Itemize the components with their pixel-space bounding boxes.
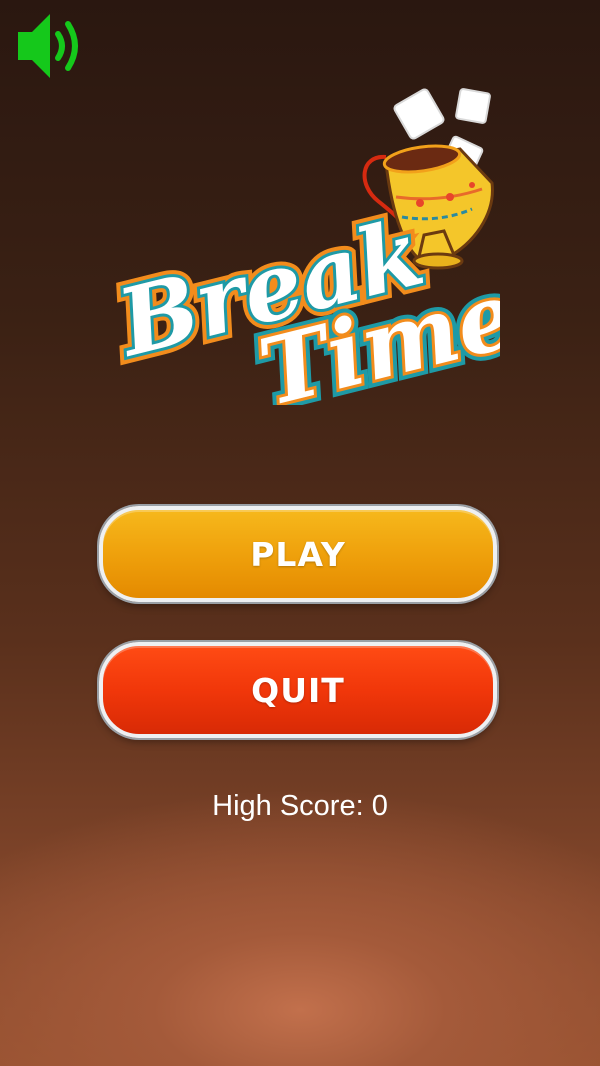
play-button-label: PLAY	[250, 534, 346, 574]
game-logo: Break Break Time Time	[98, 85, 534, 434]
speaker-on-icon	[18, 14, 78, 78]
quit-button-label: QUIT	[251, 670, 345, 710]
high-score-label: High Score:	[212, 790, 372, 822]
high-score-value: 0	[371, 790, 388, 822]
play-button[interactable]: PLAY	[99, 506, 497, 602]
quit-button[interactable]: QUIT	[99, 642, 497, 738]
high-score: High Score: 0	[0, 790, 600, 823]
sound-toggle-button[interactable]	[16, 10, 90, 82]
